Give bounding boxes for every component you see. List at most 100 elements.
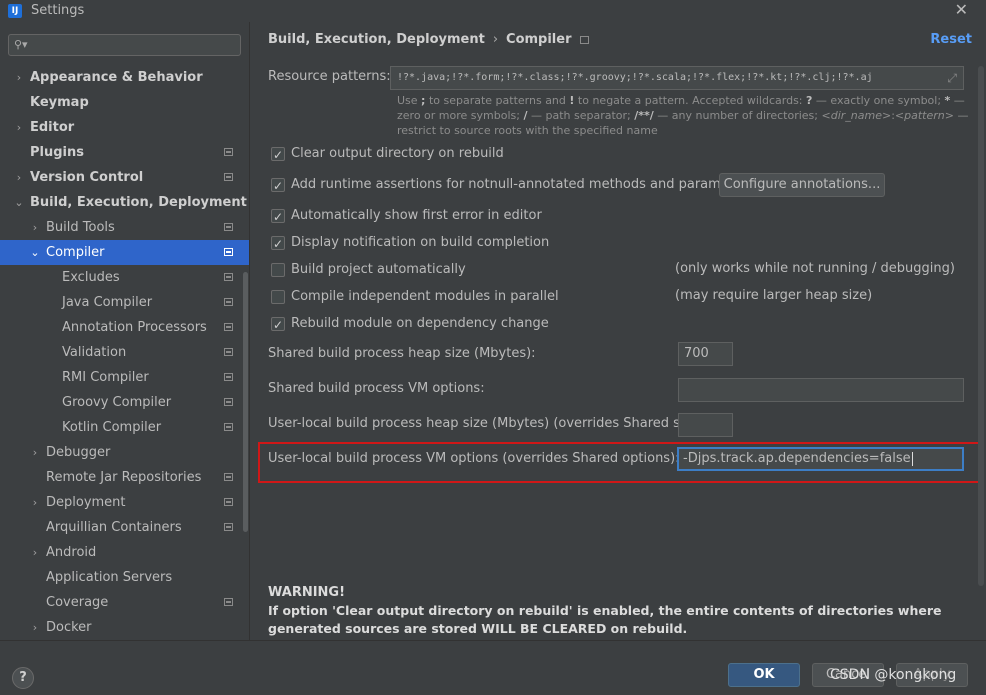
- sidebar-item-label: Remote Jar Repositories: [46, 470, 202, 485]
- project-scope-icon: [224, 148, 233, 156]
- checkbox-label: Automatically show first error in editor: [291, 208, 542, 223]
- project-scope-icon: [224, 598, 233, 606]
- sidebar-item-debugger[interactable]: › Debugger: [0, 440, 249, 465]
- warning-title: WARNING!: [268, 585, 346, 600]
- project-scope-icon: [224, 248, 233, 256]
- sidebar-item-version-control[interactable]: › Version Control: [0, 165, 249, 190]
- checkbox-checked[interactable]: [271, 145, 285, 165]
- compiler-settings-panel: Build, Execution, Deployment › Compiler Re…: [250, 22, 986, 640]
- close-icon[interactable]: ✕: [955, 0, 968, 19]
- shared-vm-input[interactable]: [678, 378, 964, 402]
- warning-text: If option 'Clear output directory on reb…: [268, 603, 942, 636]
- sidebar-item-compiler[interactable]: ⌄ Compiler: [0, 240, 249, 265]
- sidebar-item-label: Plugins: [30, 145, 84, 160]
- configure-annotations-button[interactable]: Configure annotations...: [719, 173, 885, 197]
- sidebar-item-annotation-processors[interactable]: Annotation Processors: [0, 315, 249, 340]
- sidebar-item-coverage[interactable]: Coverage: [0, 590, 249, 615]
- checkbox-unchecked[interactable]: [271, 290, 285, 304]
- chevron-right-icon[interactable]: ›: [30, 215, 40, 240]
- checkbox-label: Display notification on build completion: [291, 235, 550, 250]
- sidebar-item-label: Deployment: [46, 495, 126, 510]
- project-scope-icon: [224, 298, 233, 306]
- breadcrumb: Build, Execution, Deployment › Compiler: [268, 32, 589, 47]
- sidebar-item-build-tools[interactable]: › Build Tools: [0, 215, 249, 240]
- main-scrollbar[interactable]: [978, 66, 984, 586]
- sidebar-item-label: Application Servers: [46, 570, 173, 585]
- sidebar-item-label: RMI Compiler: [62, 370, 149, 385]
- resource-patterns-hint: Use ; to separate patterns and ! to nega…: [397, 94, 969, 137]
- chevron-right-icon[interactable]: ›: [14, 165, 24, 190]
- local-vm-label: User-local build process VM options (ove…: [268, 451, 680, 466]
- local-heap-input[interactable]: [678, 413, 733, 437]
- dialog-footer: ? OK Cancel Apply CSDN @kongkong: [0, 640, 986, 695]
- sidebar-item-arquillian-containers[interactable]: Arquillian Containers: [0, 515, 249, 540]
- auto-build-note: (only works while not running / debuggin…: [675, 261, 955, 276]
- chevron-right-icon[interactable]: ›: [30, 490, 40, 515]
- sidebar-item-keymap[interactable]: Keymap: [0, 90, 249, 115]
- sidebar-item-label: Docker: [46, 620, 92, 635]
- sidebar-item-android[interactable]: › Android: [0, 540, 249, 565]
- sidebar-item-label: Annotation Processors: [62, 320, 207, 335]
- sidebar-item-label: Excludes: [62, 270, 120, 285]
- sidebar-item-kotlin-compiler[interactable]: Kotlin Compiler: [0, 415, 249, 440]
- sidebar-item-remote-jar-repositories[interactable]: Remote Jar Repositories: [0, 465, 249, 490]
- sidebar-item-label: Compiler: [46, 245, 105, 260]
- sidebar-item-excludes[interactable]: Excludes: [0, 265, 249, 290]
- sidebar-item-build-execution-deployment[interactable]: ⌄ Build, Execution, Deployment: [0, 190, 249, 215]
- checkbox-unchecked[interactable]: [271, 263, 285, 277]
- project-scope-icon: [224, 348, 233, 356]
- project-scope-icon: [224, 273, 233, 281]
- sidebar-item-groovy-compiler[interactable]: Groovy Compiler: [0, 390, 249, 415]
- chevron-right-icon[interactable]: ›: [30, 440, 40, 465]
- sidebar-item-editor[interactable]: › Editor: [0, 115, 249, 140]
- sidebar-item-docker[interactable]: › Docker: [0, 615, 249, 640]
- sidebar-item-label: Build, Execution, Deployment: [30, 195, 247, 210]
- sidebar-item-label: Android: [46, 545, 97, 560]
- expand-icon[interactable]: ⤢: [947, 67, 957, 89]
- breadcrumb-parent[interactable]: Build, Execution, Deployment: [268, 32, 485, 47]
- sidebar-item-label: Appearance & Behavior: [30, 70, 203, 85]
- help-icon[interactable]: ?: [12, 667, 34, 689]
- resource-patterns-input[interactable]: !?*.java;!?*.form;!?*.class;!?*.groovy;!…: [390, 66, 964, 90]
- title-bar: IJ Settings ✕: [0, 0, 986, 22]
- checkbox-checked[interactable]: [271, 207, 285, 227]
- sidebar-item-label: Arquillian Containers: [46, 520, 182, 535]
- parallel-note: (may require larger heap size): [675, 288, 873, 303]
- chevron-right-icon[interactable]: ›: [30, 540, 40, 565]
- sidebar-item-validation[interactable]: Validation: [0, 340, 249, 365]
- sidebar-item-appearance-behavior[interactable]: › Appearance & Behavior: [0, 65, 249, 90]
- project-scope-icon: [224, 523, 233, 531]
- sidebar-item-application-servers[interactable]: Application Servers: [0, 565, 249, 590]
- shared-heap-input[interactable]: 700: [678, 342, 733, 366]
- chevron-right-icon[interactable]: ›: [30, 615, 40, 640]
- sidebar-item-deployment[interactable]: › Deployment: [0, 490, 249, 515]
- checkbox-checked[interactable]: [271, 176, 285, 196]
- project-scope-icon: [224, 373, 233, 381]
- ok-button[interactable]: OK: [728, 663, 800, 687]
- sidebar-scrollbar[interactable]: [243, 272, 248, 532]
- chevron-right-icon[interactable]: ›: [14, 65, 24, 90]
- chevron-down-icon[interactable]: ⌄: [30, 240, 40, 265]
- reset-link[interactable]: Reset: [930, 32, 972, 47]
- sidebar-item-rmi-compiler[interactable]: RMI Compiler: [0, 365, 249, 390]
- checkbox-checked[interactable]: [271, 315, 285, 335]
- sidebar-item-java-compiler[interactable]: Java Compiler: [0, 290, 249, 315]
- sidebar-item-label: Version Control: [30, 170, 144, 185]
- search-icon: ⚲▾: [14, 38, 28, 51]
- sidebar-item-label: Validation: [62, 345, 127, 360]
- search-input[interactable]: ⚲▾: [8, 34, 241, 56]
- sidebar-item-plugins[interactable]: Plugins: [0, 140, 249, 165]
- shared-vm-label: Shared build process VM options:: [268, 381, 485, 396]
- breadcrumb-separator: ›: [492, 32, 499, 47]
- local-vm-input[interactable]: -Djps.track.ap.dependencies=false: [677, 447, 964, 471]
- text-caret: [911, 451, 913, 466]
- checkbox-checked[interactable]: [271, 234, 285, 254]
- chevron-right-icon[interactable]: ›: [14, 115, 24, 140]
- checkbox-label: Build project automatically: [291, 262, 466, 277]
- project-scope-icon: [224, 423, 233, 431]
- project-scope-icon: [224, 473, 233, 481]
- chevron-down-icon[interactable]: ⌄: [14, 190, 24, 215]
- project-scope-icon: [224, 173, 233, 181]
- checkbox-label: Rebuild module on dependency change: [291, 316, 549, 331]
- project-scope-icon: [224, 398, 233, 406]
